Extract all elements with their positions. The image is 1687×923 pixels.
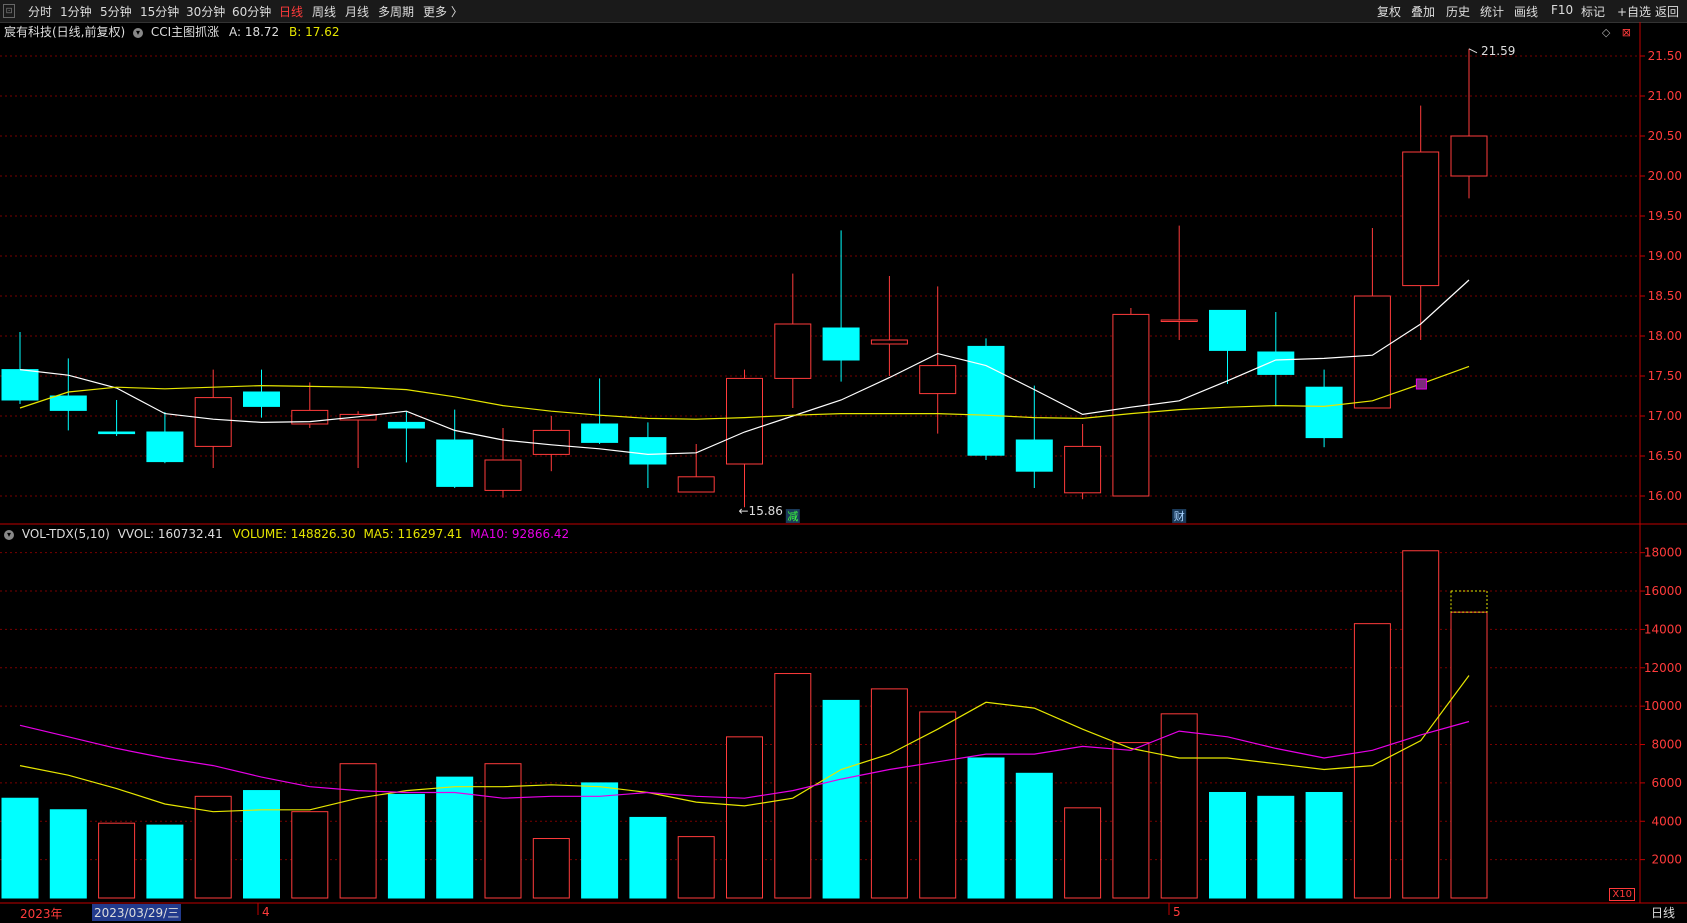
volume-bar [919, 711, 957, 899]
candle-body [484, 459, 522, 491]
candle-body [1257, 351, 1295, 375]
volume-tick-label: 4000 [1651, 814, 1682, 828]
price-tick-label: 16.00 [1648, 489, 1682, 503]
volume-tick-label: 6000 [1651, 776, 1682, 790]
price-tick-label: 21.00 [1648, 89, 1682, 103]
low-price-annotation: ←15.86 [739, 504, 783, 518]
candle-body [726, 377, 763, 465]
price-tick-label: 17.50 [1648, 369, 1682, 383]
candle-body [1160, 319, 1198, 322]
volume-tick-label: 8000 [1651, 738, 1682, 752]
candle-body [870, 339, 908, 345]
candle-body [774, 323, 812, 379]
zoom-indicator[interactable]: X10 [1609, 888, 1635, 901]
volume-bar [436, 776, 474, 899]
candle-body [436, 439, 474, 487]
volume-bar [339, 763, 377, 899]
candle-body [1353, 295, 1391, 409]
volume-bar [243, 790, 280, 899]
volume-bar [146, 824, 184, 899]
volume-bar [822, 699, 860, 899]
volume-bar [1305, 791, 1343, 899]
price-tick-label: 21.50 [1648, 49, 1682, 63]
x-month-may: 5 [1173, 905, 1181, 919]
candle-body [49, 395, 87, 411]
price-tick-label: 19.50 [1648, 209, 1682, 223]
volume-bar [387, 793, 425, 899]
candle-body [919, 365, 957, 395]
candle-body [146, 431, 184, 463]
volume-tick-label: 2000 [1651, 853, 1682, 867]
candle-body [581, 423, 619, 443]
volume-bar [581, 782, 619, 899]
candle-body [532, 429, 570, 455]
volume-bar [870, 688, 908, 899]
candle-body [194, 397, 232, 447]
volume-bar [1112, 742, 1150, 899]
price-tick-label: 17.00 [1648, 409, 1682, 423]
volume-bar [1257, 795, 1295, 899]
volume-forecast-box [1450, 590, 1488, 613]
volume-bar [1064, 807, 1102, 899]
price-tick-label: 20.50 [1648, 129, 1682, 143]
candle-body [1305, 386, 1343, 439]
volume-tick-label: 16000 [1644, 584, 1682, 598]
volume-bar [726, 736, 763, 899]
candle-body [243, 391, 280, 407]
volume-bar [291, 811, 329, 899]
volume-bar [1450, 611, 1488, 899]
volume-tick-label: 10000 [1644, 699, 1682, 713]
volume-bar [484, 763, 522, 899]
candle-body [629, 437, 667, 465]
high-price-annotation: 21.59 [1481, 44, 1515, 58]
price-tick-label: 18.00 [1648, 329, 1682, 343]
candle-body [1402, 151, 1440, 287]
candle-body [677, 476, 715, 493]
price-tick-label: 18.50 [1648, 289, 1682, 303]
volume-tick-label: 12000 [1644, 661, 1682, 675]
event-marker-label: 减 [787, 510, 798, 523]
volume-bar [49, 809, 87, 899]
kline-chart[interactable]: ←15.86 21.59 减 财 16.00 16.50 17.00 17.50 18.00 1… [0, 0, 1687, 923]
high-price-pointer [1468, 48, 1478, 54]
candle-body [1209, 309, 1246, 351]
price-tick-label: 20.00 [1648, 169, 1682, 183]
candle-body [1450, 135, 1488, 177]
volume-bar [532, 838, 570, 899]
volume-bar [1160, 713, 1198, 899]
volume-bar [967, 757, 1005, 899]
candle-body [1064, 445, 1102, 494]
volume-bar [1, 797, 39, 899]
price-tick-label: 16.50 [1648, 449, 1682, 463]
x-date-cursor-tag: 2023/03/29/三 [92, 904, 182, 921]
candle-body [1, 369, 39, 401]
volume-bar [774, 673, 812, 899]
volume-bar [629, 816, 667, 899]
volume-bar [1209, 791, 1246, 899]
candle-body [1015, 439, 1053, 472]
candle-body [822, 327, 860, 361]
volume-tick-label: 14000 [1644, 622, 1682, 636]
volume-bar [677, 836, 715, 899]
volume-bar [1015, 772, 1053, 899]
price-tick-label: 19.00 [1648, 249, 1682, 263]
volume-bar [98, 822, 136, 899]
signal-marker [1415, 378, 1427, 390]
event-marker-label: 财 [1174, 509, 1185, 523]
volume-bar [1353, 623, 1391, 899]
x-year-label: 2023年 [20, 907, 63, 921]
x-month-apr: 4 [262, 905, 270, 919]
volume-tick-label: 18000 [1644, 546, 1682, 560]
period-mode-label: 日线 [1650, 906, 1675, 920]
candle-body [387, 421, 425, 429]
candle-body [98, 431, 136, 435]
